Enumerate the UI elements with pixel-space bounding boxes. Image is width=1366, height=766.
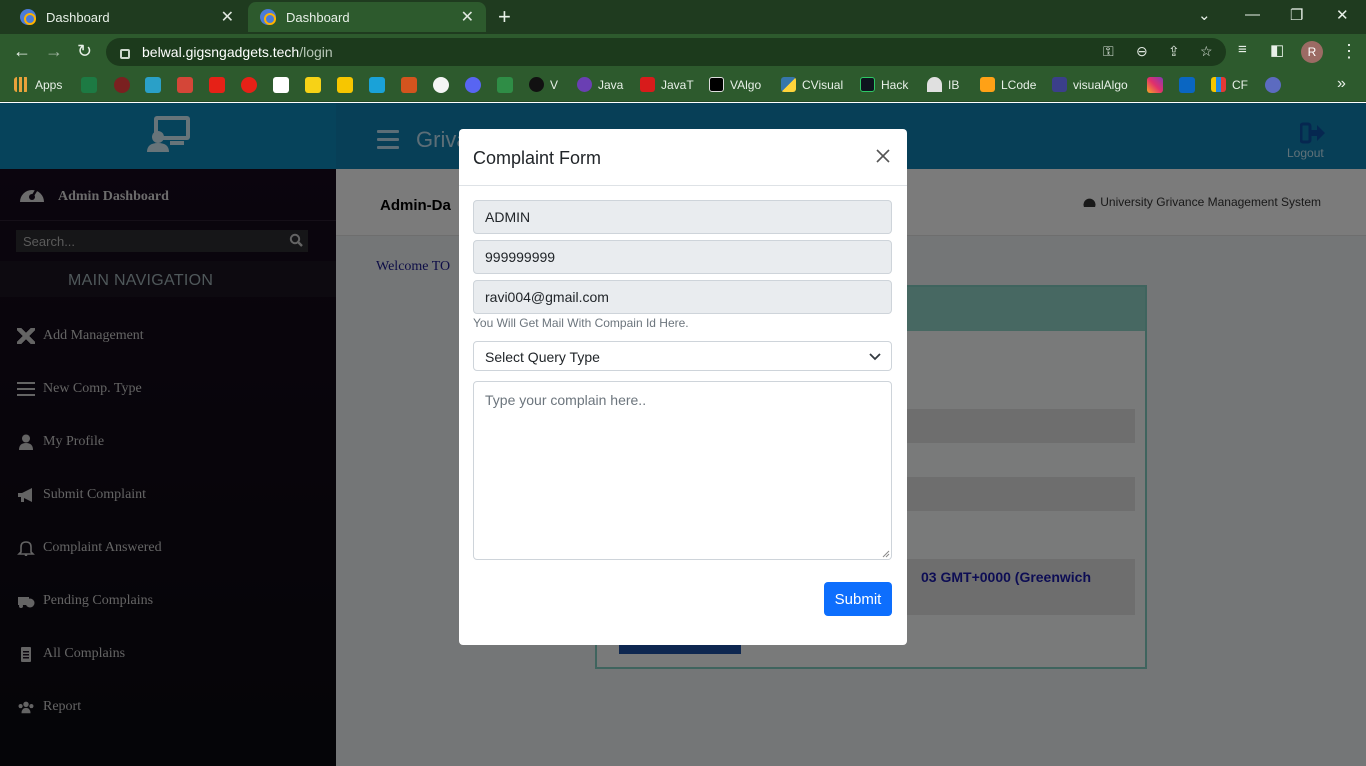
complaint-textarea[interactable]: Type your complain here.. — [473, 381, 892, 560]
reload-icon[interactable]: ↻ — [77, 41, 92, 62]
bookmark-javat[interactable]: JavaT — [640, 77, 694, 92]
codeforces-icon — [1211, 77, 1226, 92]
bookmark-v-icon — [529, 77, 544, 92]
profile-avatar[interactable]: R — [1301, 41, 1323, 63]
bookmark-label: Apps — [35, 77, 63, 92]
browser-tabstrip: Dashboard ✕ Dashboard ✕ + ⌄ — ❐ ✕ — [0, 0, 1366, 34]
discord-icon[interactable] — [465, 77, 481, 93]
email-field[interactable]: ravi004@gmail.com — [473, 280, 892, 314]
browser-tab-2[interactable]: Dashboard ✕ — [248, 2, 486, 32]
bookmark-apps[interactable]: Apps — [14, 77, 62, 92]
hackerrank-icon — [860, 77, 875, 92]
bookmark-java-icon — [577, 77, 592, 92]
bookmark-label: CVisual — [802, 77, 844, 92]
restore-icon[interactable]: ❐ — [1290, 6, 1303, 24]
bookmark-label: IB — [948, 77, 960, 92]
bookmark-label: JavaT — [661, 77, 694, 92]
tab-title: Dashboard — [46, 9, 110, 25]
bookmark-java[interactable]: Java — [577, 77, 623, 92]
bookmark-p-icon[interactable] — [337, 77, 353, 93]
youtube-icon[interactable] — [209, 77, 225, 93]
new-tab-icon[interactable]: + — [498, 6, 511, 28]
instagram-icon[interactable] — [1147, 77, 1163, 93]
bookmark-label: VAlgo — [730, 77, 762, 92]
bookmark-label: Hack — [881, 77, 909, 92]
modal-title: Complaint Form — [473, 148, 602, 168]
python-icon — [781, 77, 796, 92]
name-field[interactable]: ADMIN — [473, 200, 892, 234]
geeksforgeeks-icon[interactable] — [497, 77, 513, 93]
bookmark-hack[interactable]: Hack — [860, 77, 908, 92]
bookmark-v[interactable]: V — [529, 77, 558, 92]
bookmark-arrow-icon[interactable] — [369, 77, 385, 93]
close-icon[interactable] — [875, 148, 891, 164]
url-path: /login — [299, 44, 333, 60]
key-icon[interactable]: ⚿ — [1103, 43, 1114, 60]
zoom-icon[interactable]: ⊖ — [1136, 43, 1148, 60]
bookmark-cvisual[interactable]: CVisual — [781, 77, 843, 92]
visualalgo-icon — [1052, 77, 1067, 92]
complaint-placeholder: Type your complain here.. — [485, 392, 647, 408]
tab-search-icon[interactable]: ⌄ — [1198, 6, 1211, 24]
chevron-down-icon — [869, 353, 881, 361]
youtube-music-icon[interactable] — [241, 77, 257, 93]
apps-grid-icon — [14, 77, 29, 92]
bookmark-red-icon[interactable] — [114, 77, 130, 93]
more-bookmarks-icon[interactable]: » — [1337, 75, 1346, 93]
bookmark-label: Java — [598, 77, 624, 92]
bookmark-cf[interactable]: CF — [1211, 77, 1248, 92]
menu-kebab-icon[interactable]: ⋮ — [1340, 41, 1358, 62]
share-icon[interactable]: ⇪ — [1168, 43, 1180, 60]
side-panel-icon[interactable]: ◧ — [1270, 41, 1284, 59]
submit-button[interactable]: Submit — [824, 582, 892, 616]
address-bar[interactable]: belwal.gigsngadgets.tech /login ⚿ ⊖ ⇪ ☆ — [106, 38, 1226, 66]
leetcode-icon — [980, 77, 995, 92]
bookmark-lcode[interactable]: LCode — [980, 77, 1036, 92]
bookmark-valgo[interactable]: VAlgo — [709, 77, 761, 92]
tab-title: Dashboard — [286, 9, 350, 25]
query-type-select[interactable]: Select Query Type — [473, 341, 892, 371]
amazon-icon[interactable] — [273, 77, 289, 93]
linkedin-icon[interactable] — [1179, 77, 1195, 93]
tab-close-icon[interactable]: ✕ — [221, 7, 234, 27]
forward-icon[interactable]: → — [45, 41, 63, 62]
gmail-icon[interactable] — [177, 77, 193, 93]
bookmark-link-icon[interactable] — [1265, 77, 1281, 93]
bookmark-valgo-icon — [709, 77, 724, 92]
bookmark-label: LCode — [1001, 77, 1037, 92]
flipkart-icon[interactable] — [305, 77, 321, 93]
tab-close-icon[interactable]: ✕ — [461, 7, 474, 27]
phone-field[interactable]: 999999999 — [473, 240, 892, 274]
bookmark-javat-icon — [640, 77, 655, 92]
interviewbit-icon — [927, 77, 942, 92]
site-favicon-icon — [260, 9, 276, 25]
media-icon[interactable]: ≡ — [1238, 41, 1247, 58]
complaint-form-modal: Complaint Form ADMIN 999999999 ravi004@g… — [459, 129, 907, 645]
email-help-text: You Will Get Mail With Compain Id Here. — [473, 316, 689, 330]
browser-toolbar: ← → ↻ belwal.gigsngadgets.tech /login ⚿ … — [0, 34, 1366, 70]
excel-icon[interactable] — [81, 77, 97, 93]
modal-header: Complaint Form — [459, 129, 907, 186]
window-close-icon[interactable]: ✕ — [1336, 6, 1349, 24]
url-host: belwal.gigsngadgets.tech — [142, 44, 300, 60]
lock-icon — [120, 49, 130, 59]
query-type-selected: Select Query Type — [485, 349, 600, 365]
star-icon[interactable]: ☆ — [1200, 43, 1213, 60]
site-favicon-icon — [20, 9, 36, 25]
back-icon[interactable]: ← — [13, 41, 31, 62]
bookmark-label: CF — [1232, 77, 1248, 92]
github-icon[interactable] — [433, 77, 449, 93]
resize-handle-icon[interactable] — [882, 550, 890, 558]
code-icon[interactable] — [401, 77, 417, 93]
bookmarks-bar: Apps V Java JavaT VAlgo CVisual Hack IB — [0, 70, 1366, 102]
bookmark-visualalgo[interactable]: visualAlgo — [1052, 77, 1128, 92]
bookmark-blue-icon[interactable] — [145, 77, 161, 93]
bookmark-ib[interactable]: IB — [927, 77, 959, 92]
bookmark-label: visualAlgo — [1073, 77, 1128, 92]
browser-tab-1[interactable]: Dashboard ✕ — [8, 2, 246, 32]
bookmark-label: V — [550, 77, 559, 92]
minimize-icon[interactable]: — — [1245, 6, 1260, 23]
